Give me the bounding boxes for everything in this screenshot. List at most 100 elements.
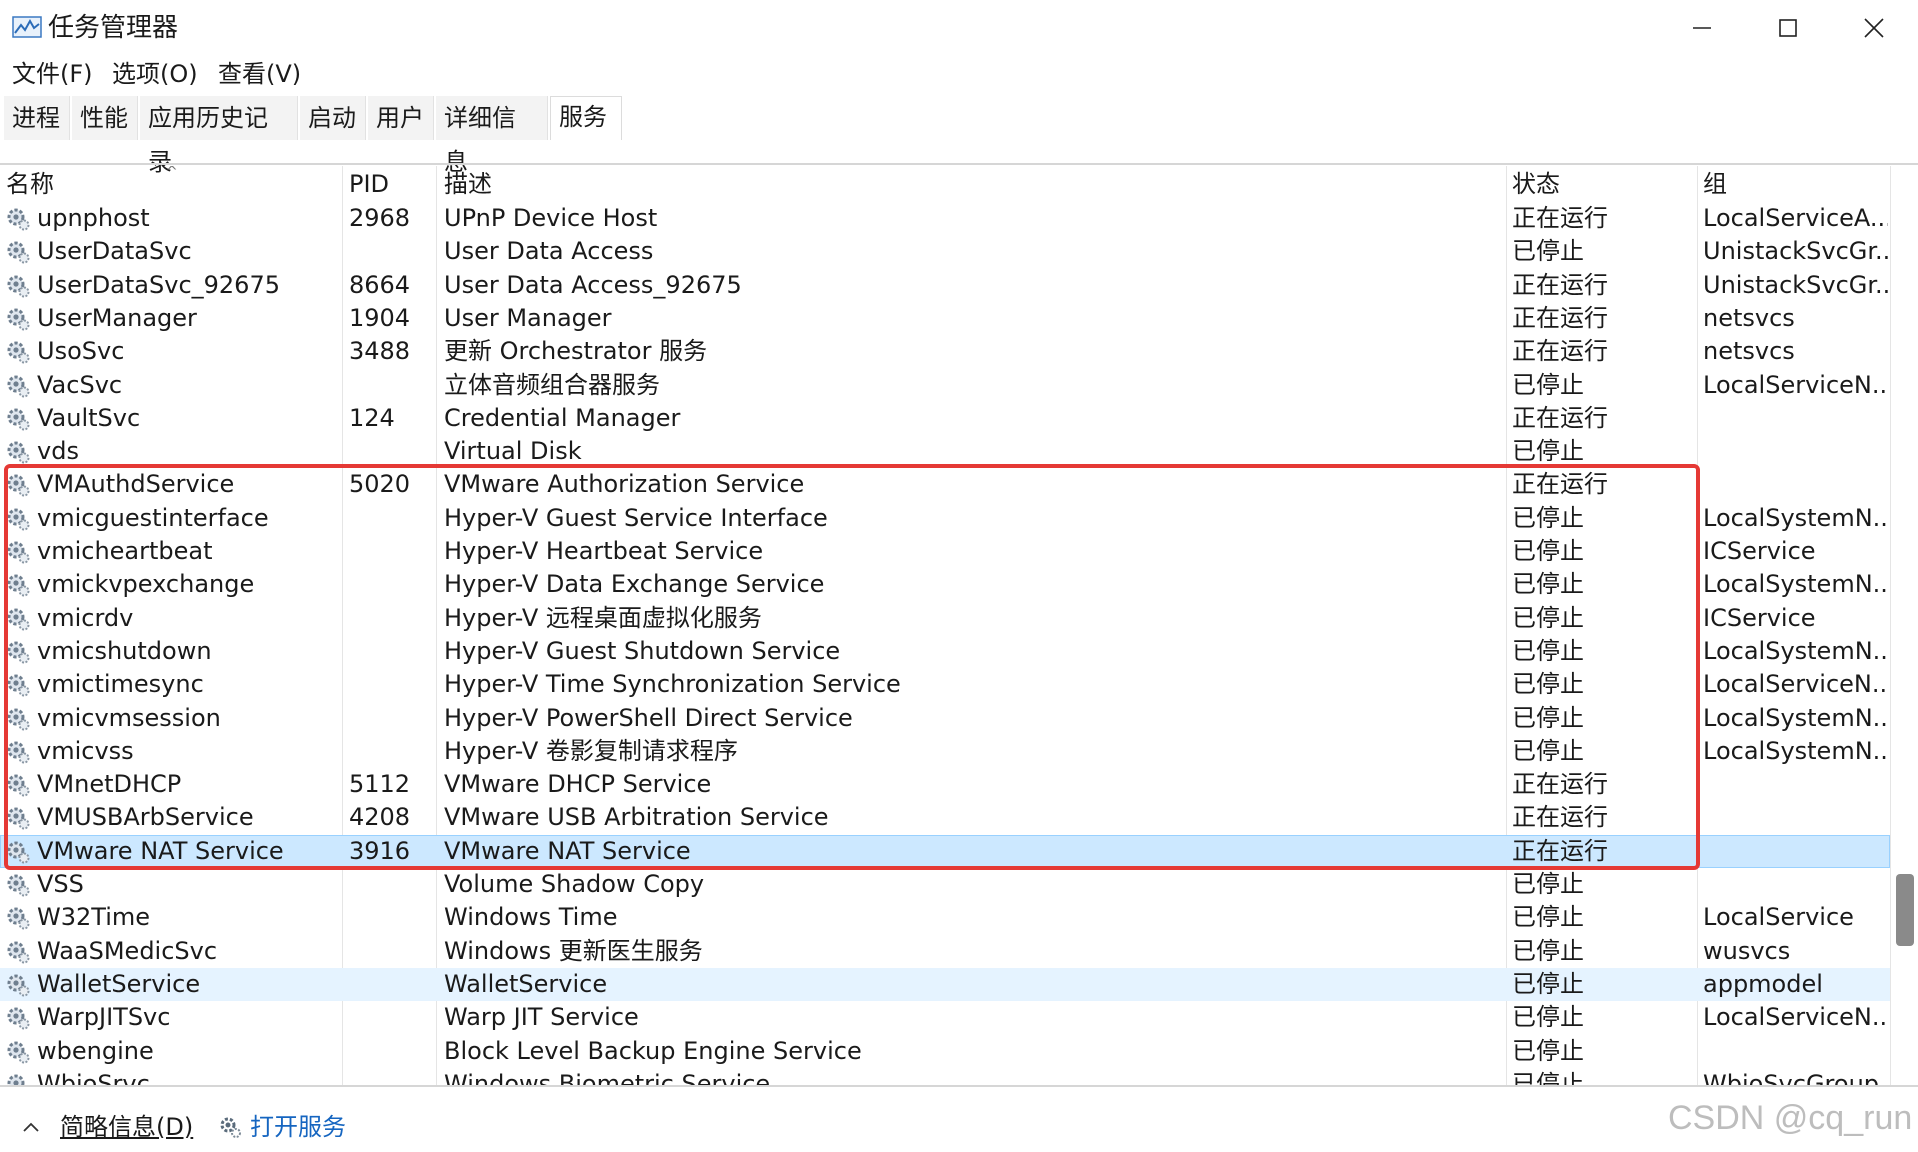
tab-startup[interactable]: 启动 — [300, 96, 366, 140]
cell-description: VMware DHCP Service — [444, 770, 712, 799]
task-manager-app-icon — [12, 16, 42, 38]
cell-group — [1703, 435, 1888, 468]
cell-status: 已停止 — [1512, 736, 1584, 765]
cell-status: 已停止 — [1512, 969, 1584, 998]
minimize-icon — [1693, 27, 1711, 29]
cell-name: VMAuthdService — [37, 470, 235, 499]
cell-group: LocalSystemN... — [1703, 736, 1888, 765]
cell-name: WarpJITSvc — [37, 1003, 171, 1032]
open-services-link[interactable]: 打开服务 — [218, 1110, 346, 1144]
cell-name: VMUSBArbService — [37, 803, 254, 832]
cell-group: netsvcs — [1703, 303, 1795, 332]
table-row[interactable]: VMware NAT Service 3916 VMware NAT Service… — [0, 834, 1890, 868]
table-row[interactable]: upnphost 2968 UPnP Device Host 正在运行 LocalSer… — [0, 202, 1890, 235]
cell-pid — [349, 968, 429, 1001]
column-header-pid[interactable]: PID — [349, 166, 389, 202]
table-row[interactable]: WaaSMedicSvc Windows 更新医生服务 已停止 wusvcs — [0, 935, 1890, 968]
service-gear-icon — [5, 839, 31, 865]
cell-group: UnistackSvcGr... — [1703, 237, 1888, 266]
table-row[interactable]: UsoSvc 3488 更新 Orchestrator 服务 正在运行 netsvcs — [0, 335, 1890, 368]
cell-group: LocalSystemN... — [1703, 636, 1888, 665]
column-divider — [1890, 166, 1891, 1085]
service-gear-icon — [5, 606, 31, 632]
menu-bar: 文件(F) 选项(O) 查看(V) — [0, 56, 1918, 92]
cell-name: vmickvpexchange — [37, 570, 255, 599]
cell-status: 已停止 — [1512, 537, 1584, 565]
table-row[interactable]: vmicshutdown Hyper-V Guest Shutdown Servi… — [0, 635, 1890, 668]
cell-group — [1703, 835, 1888, 868]
cell-name: vmicguestinterface — [37, 503, 269, 532]
maximize-button[interactable] — [1744, 0, 1832, 56]
cell-status: 已停止 — [1512, 503, 1584, 532]
table-row[interactable]: vmicguestinterface Hyper-V Guest Service … — [0, 502, 1890, 535]
cell-status: 正在运行 — [1512, 770, 1608, 799]
tab-services[interactable]: 服务 — [550, 96, 622, 140]
table-row[interactable]: WalletService WalletService 已停止 appmodel — [0, 967, 1890, 1001]
vertical-scrollbar-thumb[interactable] — [1896, 874, 1914, 946]
table-row[interactable]: vmictimesync Hyper-V Time Synchronization… — [0, 668, 1890, 701]
fewer-details-button[interactable]: 简略信息(D) — [22, 1110, 193, 1144]
column-header-status[interactable]: 状态 — [1512, 166, 1560, 202]
table-row[interactable]: vmicvss Hyper-V 卷影复制请求程序 已停止 LocalSystemN..… — [0, 735, 1890, 768]
table-row[interactable]: VMUSBArbService 4208 VMware USB Arbitratio… — [0, 801, 1890, 834]
table-row[interactable]: VacSvc 立体音频组合器服务 已停止 LocalServiceN... — [0, 369, 1890, 402]
cell-name: UserDataSvc — [37, 237, 192, 266]
cell-status: 正在运行 — [1512, 337, 1608, 366]
cell-description: Hyper-V Data Exchange Service — [444, 570, 825, 599]
cell-status: 已停止 — [1512, 570, 1584, 599]
cell-pid: 5112 — [349, 770, 411, 799]
cell-description: Hyper-V 卷影复制请求程序 — [444, 736, 738, 765]
table-row[interactable]: VMAuthdService 5020 VMware Authorization S… — [0, 468, 1890, 501]
menu-view[interactable]: 查看(V) — [218, 58, 301, 90]
table-row[interactable]: vmickvpexchange Hyper-V Data Exchange Ser… — [0, 568, 1890, 601]
cell-name: vmicvss — [37, 736, 134, 765]
table-row[interactable]: vmicheartbeat Hyper-V Heartbeat Service 已停… — [0, 535, 1890, 568]
service-gear-icon — [5, 506, 31, 532]
cell-description: Windows Biometric Service — [444, 1069, 771, 1085]
tab-performance[interactable]: 性能 — [72, 96, 138, 140]
column-header-group[interactable]: 组 — [1703, 166, 1727, 202]
column-header-description[interactable]: 描述 — [444, 166, 492, 202]
cell-description: Volume Shadow Copy — [444, 870, 705, 898]
close-button[interactable] — [1830, 0, 1918, 56]
cell-pid — [349, 702, 429, 735]
cell-description: User Manager — [444, 303, 612, 332]
cell-name: vds — [37, 437, 79, 466]
minimize-button[interactable] — [1658, 0, 1746, 56]
service-gear-icon — [5, 639, 31, 665]
menu-options[interactable]: 选项(O) — [112, 58, 198, 90]
tab-details[interactable]: 详细信息 — [436, 96, 548, 176]
table-header: ^ 名称 PID 描述 状态 组 — [0, 166, 1890, 202]
watermark: CSDN @cq_run — [1668, 1099, 1913, 1137]
table-row[interactable]: wbengine Block Level Backup Engine Servic… — [0, 1035, 1890, 1068]
table-row[interactable]: WbioSrvc Windows Biometric Service 已停止 Wbio… — [0, 1068, 1890, 1085]
table-row[interactable]: UserDataSvc User Data Access 已停止 UnistackSv… — [0, 235, 1890, 268]
table-row[interactable]: UserDataSvc_92675 8664 User Data Access_92… — [0, 269, 1890, 302]
tab-users[interactable]: 用户 — [368, 96, 434, 140]
service-gear-icon — [5, 406, 31, 432]
menu-file[interactable]: 文件(F) — [12, 58, 93, 90]
column-header-name[interactable]: 名称 — [6, 166, 54, 202]
table-row[interactable]: VMnetDHCP 5112 VMware DHCP Service 正在运行 — [0, 768, 1890, 801]
table-row[interactable]: VaultSvc 124 Credential Manager 正在运行 — [0, 402, 1890, 435]
cell-description: User Data Access_92675 — [444, 270, 742, 299]
table-row[interactable]: vmicvmsession Hyper-V PowerShell Direct S… — [0, 702, 1890, 735]
cell-group: ICService — [1703, 603, 1816, 632]
tab-processes[interactable]: 进程 — [4, 96, 70, 140]
cell-description: Hyper-V Guest Service Interface — [444, 503, 828, 532]
cell-description: WalletService — [444, 969, 608, 998]
table-row[interactable]: UserManager 1904 User Manager 正在运行 netsvcs — [0, 302, 1890, 335]
table-row[interactable]: WarpJITSvc Warp JIT Service 已停止 LocalServic… — [0, 1001, 1890, 1034]
table-row[interactable]: VSS Volume Shadow Copy 已停止 — [0, 868, 1890, 901]
tab-app-history[interactable]: 应用历史记录 — [140, 96, 298, 176]
cell-status: 正在运行 — [1512, 836, 1608, 865]
table-row[interactable]: vds Virtual Disk 已停止 — [0, 435, 1890, 468]
table-row[interactable]: vmicrdv Hyper-V 远程桌面虚拟化服务 已停止 ICService — [0, 602, 1890, 635]
chevron-up-icon — [23, 1122, 39, 1132]
table-row[interactable]: W32Time Windows Time 已停止 LocalService — [0, 901, 1890, 934]
cell-pid — [349, 535, 429, 568]
cell-description: Windows Time — [444, 903, 618, 932]
cell-pid — [349, 901, 429, 934]
cell-status: 已停止 — [1512, 670, 1584, 699]
cell-group: LocalSystemN... — [1703, 703, 1888, 732]
